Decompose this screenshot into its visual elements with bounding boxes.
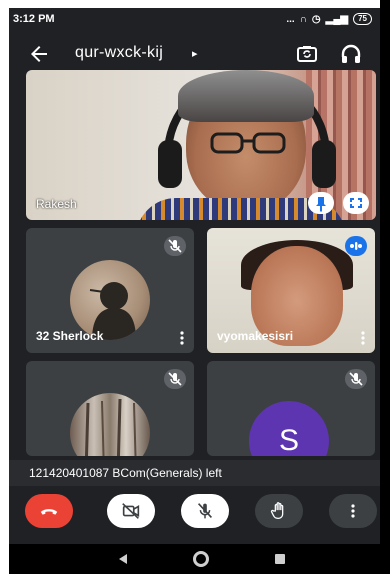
mic-off-badge: [345, 369, 367, 389]
notice-text: 121420401087 BCom(Generals) left: [29, 466, 222, 480]
tile-participant-name: vyomakesisri: [217, 329, 294, 343]
mic-off-badge: [164, 369, 186, 389]
silhouette-image: [89, 282, 136, 340]
mic-off-icon: [168, 372, 182, 386]
end-call-button[interactable]: [25, 494, 73, 528]
participant-tile[interactable]: vyomakesisri: [207, 228, 375, 353]
nav-home-icon[interactable]: [193, 551, 209, 567]
glasses: [210, 132, 286, 154]
mic-off-icon: [197, 503, 213, 519]
notification-dots: ...: [286, 13, 295, 25]
nav-back-icon[interactable]: [117, 553, 129, 565]
arrow-back-icon[interactable]: [27, 42, 51, 66]
screen-edge: [380, 0, 390, 574]
audio-level-icon: [350, 242, 362, 250]
more-options-button[interactable]: [329, 494, 377, 528]
trees-image: [84, 398, 137, 456]
mic-off-icon: [168, 239, 182, 253]
call-end-icon: [40, 509, 58, 515]
pin-icon: [316, 197, 326, 212]
system-nav-bar: [9, 544, 380, 574]
participant-tile[interactable]: 32 Sherlock: [26, 228, 194, 353]
pin-button[interactable]: [308, 192, 334, 214]
status-icons: ... ∩ ◷ ▂▄▆ 75: [286, 13, 372, 25]
headset-status-icon: ∩: [299, 13, 307, 25]
camera-toggle-button[interactable]: [107, 494, 155, 528]
speaking-badge: [345, 236, 367, 256]
tile-participant-name: 32 Sherlock: [36, 329, 104, 343]
participant-left-notice: 121420401087 BCom(Generals) left: [9, 460, 380, 486]
alarm-icon: ◷: [311, 13, 321, 25]
avatar-letter: S: [249, 401, 329, 456]
phone-frame: 3:12 PM ... ∩ ◷ ▂▄▆ 75 qur-wxck-kij ▸ Ra…: [0, 0, 390, 574]
participant-tile[interactable]: S: [207, 361, 375, 456]
main-video-tile[interactable]: Rakesh: [26, 70, 376, 220]
raise-hand-button[interactable]: [255, 494, 303, 528]
fullscreen-icon: [350, 198, 362, 208]
headphone-right: [312, 140, 336, 188]
main-participant-name: Rakesh: [36, 197, 77, 211]
participant-hair: [178, 70, 314, 122]
mic-toggle-button[interactable]: [181, 494, 229, 528]
status-bar: 3:12 PM ... ∩ ◷ ▂▄▆ 75: [9, 8, 380, 30]
headphone-left: [158, 140, 182, 188]
avatar: [70, 393, 150, 456]
nav-recents-icon[interactable]: [275, 554, 285, 564]
battery-icon: 75: [353, 13, 372, 25]
meeting-code[interactable]: qur-wxck-kij: [75, 44, 163, 62]
meeting-header: qur-wxck-kij ▸: [9, 34, 380, 74]
raise-hand-icon: [270, 502, 284, 519]
headphones-icon[interactable]: [339, 42, 363, 66]
mic-off-badge: [164, 236, 186, 256]
more-vert-icon: [351, 504, 355, 518]
signal-icon: ▂▄▆: [325, 13, 349, 25]
participant-tile[interactable]: [26, 361, 194, 456]
videocam-off-icon: [122, 503, 140, 519]
avatar: [70, 260, 150, 340]
mic-off-icon: [349, 372, 363, 386]
switch-camera-icon[interactable]: [295, 42, 319, 66]
chevron-right-icon[interactable]: ▸: [192, 47, 198, 60]
meet-screen: 3:12 PM ... ∩ ◷ ▂▄▆ 75 qur-wxck-kij ▸ Ra…: [9, 8, 380, 574]
more-vert-icon[interactable]: [178, 331, 186, 345]
fullscreen-button[interactable]: [343, 192, 369, 214]
call-controls: [9, 494, 380, 534]
status-time: 3:12 PM: [13, 13, 55, 25]
more-vert-icon[interactable]: [359, 331, 367, 345]
